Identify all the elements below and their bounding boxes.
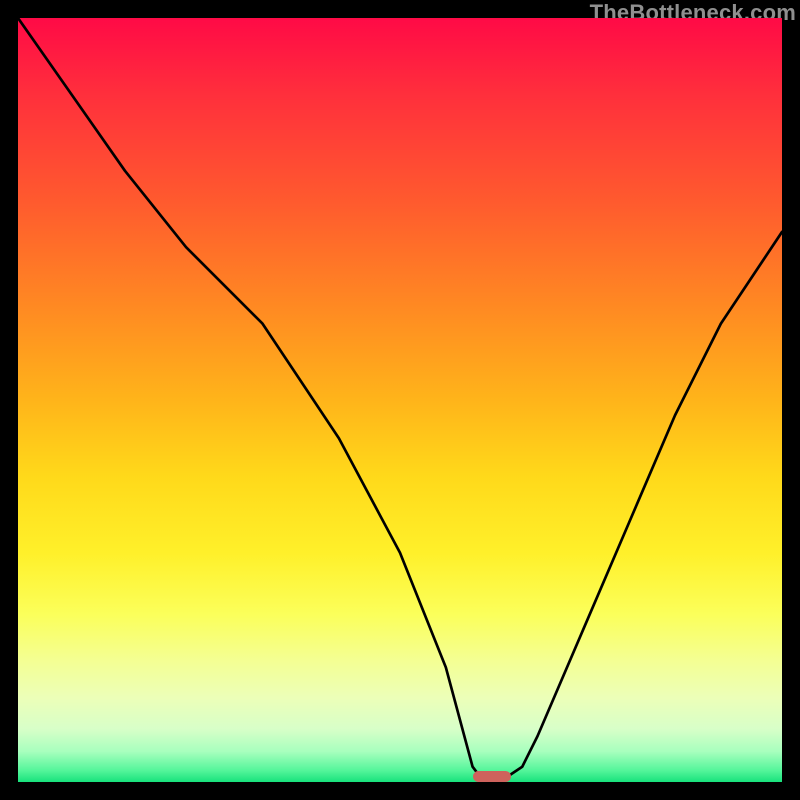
chart-container: TheBottleneck.com bbox=[0, 0, 800, 800]
curve-svg bbox=[18, 18, 782, 782]
plot-area bbox=[18, 18, 782, 782]
bottleneck-curve bbox=[18, 18, 782, 782]
optimal-marker bbox=[473, 771, 511, 782]
